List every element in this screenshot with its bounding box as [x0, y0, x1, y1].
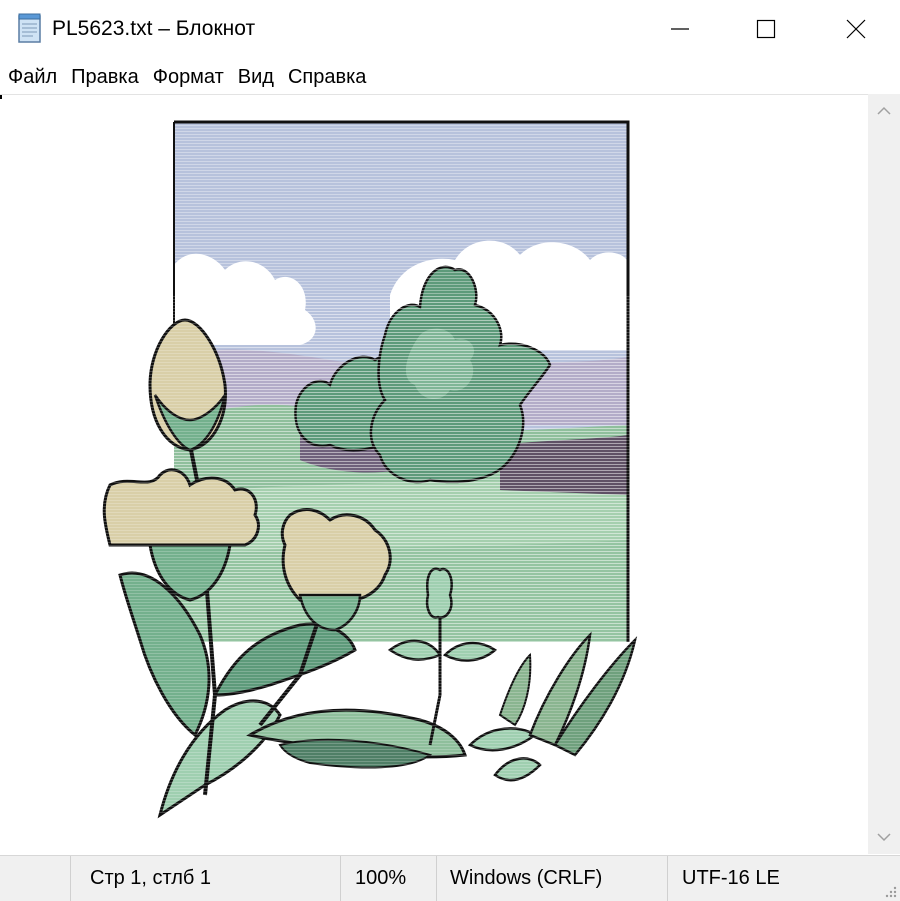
maximize-icon	[756, 19, 776, 39]
line-ending: Windows (CRLF)	[450, 867, 603, 889]
menu-file[interactable]: Файл	[0, 63, 62, 91]
close-button[interactable]	[810, 0, 900, 58]
title-bar[interactable]: PL5623.txt – Блокнот	[0, 0, 900, 58]
menu-bar: Файл Правка Формат Вид Справка	[0, 62, 900, 92]
maximize-button[interactable]	[720, 0, 812, 58]
status-separator	[667, 856, 668, 901]
resize-grip-icon[interactable]	[882, 883, 898, 899]
vertical-scrollbar[interactable]	[868, 94, 900, 854]
encoding: UTF-16 LE	[682, 867, 780, 889]
notepad-icon	[17, 13, 43, 43]
text-editor[interactable]	[0, 94, 868, 855]
close-icon	[846, 19, 866, 39]
minimize-icon	[671, 28, 689, 30]
menu-edit[interactable]: Правка	[66, 63, 144, 91]
window-title: PL5623.txt – Блокнот	[52, 17, 256, 40]
cursor-position: Стр 1, стлб 1	[90, 867, 212, 889]
status-separator	[70, 856, 71, 901]
status-separator	[436, 856, 437, 901]
status-bar: Стр 1, стлб 1 100% Windows (CRLF) UTF-16…	[0, 855, 900, 901]
scroll-down-button[interactable]	[868, 820, 900, 854]
zoom-level: 100%	[355, 867, 407, 889]
minimize-button[interactable]	[634, 0, 726, 58]
chevron-up-icon	[877, 106, 891, 115]
scroll-up-button[interactable]	[868, 94, 900, 128]
chevron-down-icon	[877, 833, 891, 842]
ascii-art-picture	[100, 120, 640, 819]
status-separator	[340, 856, 341, 901]
menu-help[interactable]: Справка	[283, 63, 371, 91]
menu-format[interactable]: Формат	[148, 63, 229, 91]
menu-view[interactable]: Вид	[233, 63, 279, 91]
